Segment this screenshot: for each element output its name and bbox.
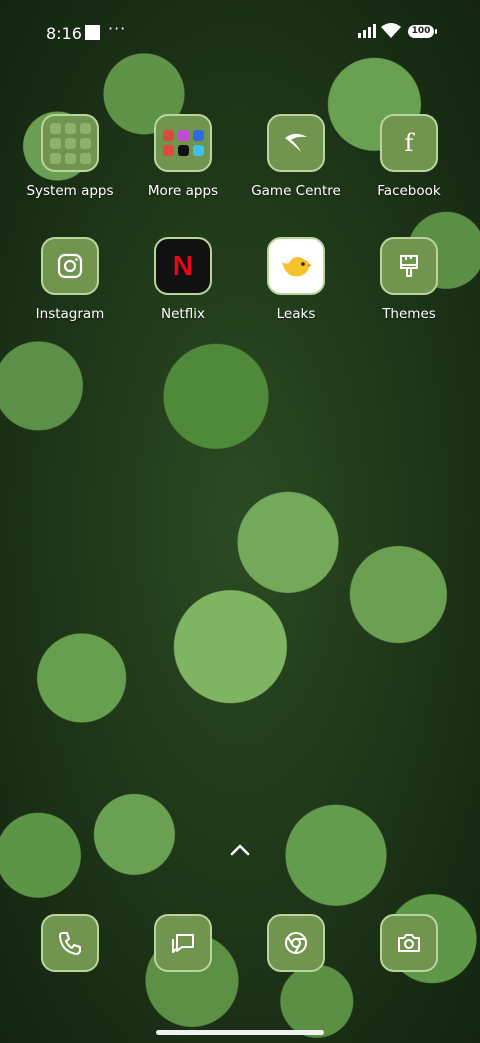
boomerang-icon — [267, 114, 325, 172]
chrome-icon — [285, 932, 307, 954]
more-notifications-icon: ··· — [108, 19, 127, 38]
app-facebook[interactable]: f Facebook — [354, 114, 464, 204]
signal-icon — [358, 24, 376, 38]
app-label: Themes — [382, 306, 436, 322]
folder-system-icon — [41, 114, 99, 172]
app-instagram[interactable]: Instagram — [15, 237, 125, 327]
paintbrush-icon — [380, 237, 438, 295]
app-label: Game Centre — [251, 183, 341, 199]
camera-icon — [398, 934, 420, 952]
clock: 8:16 — [46, 24, 82, 43]
dock-chrome[interactable] — [267, 914, 325, 972]
phone-icon — [59, 932, 81, 955]
app-game-centre[interactable]: Game Centre — [241, 114, 351, 204]
app-label: System apps — [26, 183, 114, 199]
notification-square-icon — [85, 25, 100, 40]
app-netflix[interactable]: N Netflix — [128, 237, 238, 327]
folder-more-icon — [154, 114, 212, 172]
instagram-icon — [41, 237, 99, 295]
wifi-icon — [381, 23, 401, 38]
app-label: More apps — [147, 183, 219, 199]
battery-indicator: 100 — [408, 25, 437, 38]
app-system-apps[interactable]: System apps — [15, 114, 125, 204]
app-label: Instagram — [35, 306, 105, 322]
bird-icon — [267, 237, 325, 295]
messages-icon — [172, 934, 194, 953]
home-gesture-bar[interactable] — [156, 1030, 324, 1035]
status-bar: 8:16 ··· 100 — [0, 0, 480, 64]
facebook-icon: f — [380, 114, 438, 172]
dock-messages[interactable] — [154, 914, 212, 972]
app-themes[interactable]: Themes — [354, 237, 464, 327]
app-label: Netflix — [161, 306, 205, 322]
dock-camera[interactable] — [380, 914, 438, 972]
app-label: Leaks — [276, 306, 316, 322]
netflix-icon: N — [154, 237, 212, 295]
app-more-apps[interactable]: More apps — [128, 114, 238, 204]
app-label: Facebook — [377, 183, 441, 199]
dock-phone[interactable] — [41, 914, 99, 972]
app-drawer-arrow-icon[interactable] — [227, 842, 253, 858]
app-leaks[interactable]: Leaks — [241, 237, 351, 327]
